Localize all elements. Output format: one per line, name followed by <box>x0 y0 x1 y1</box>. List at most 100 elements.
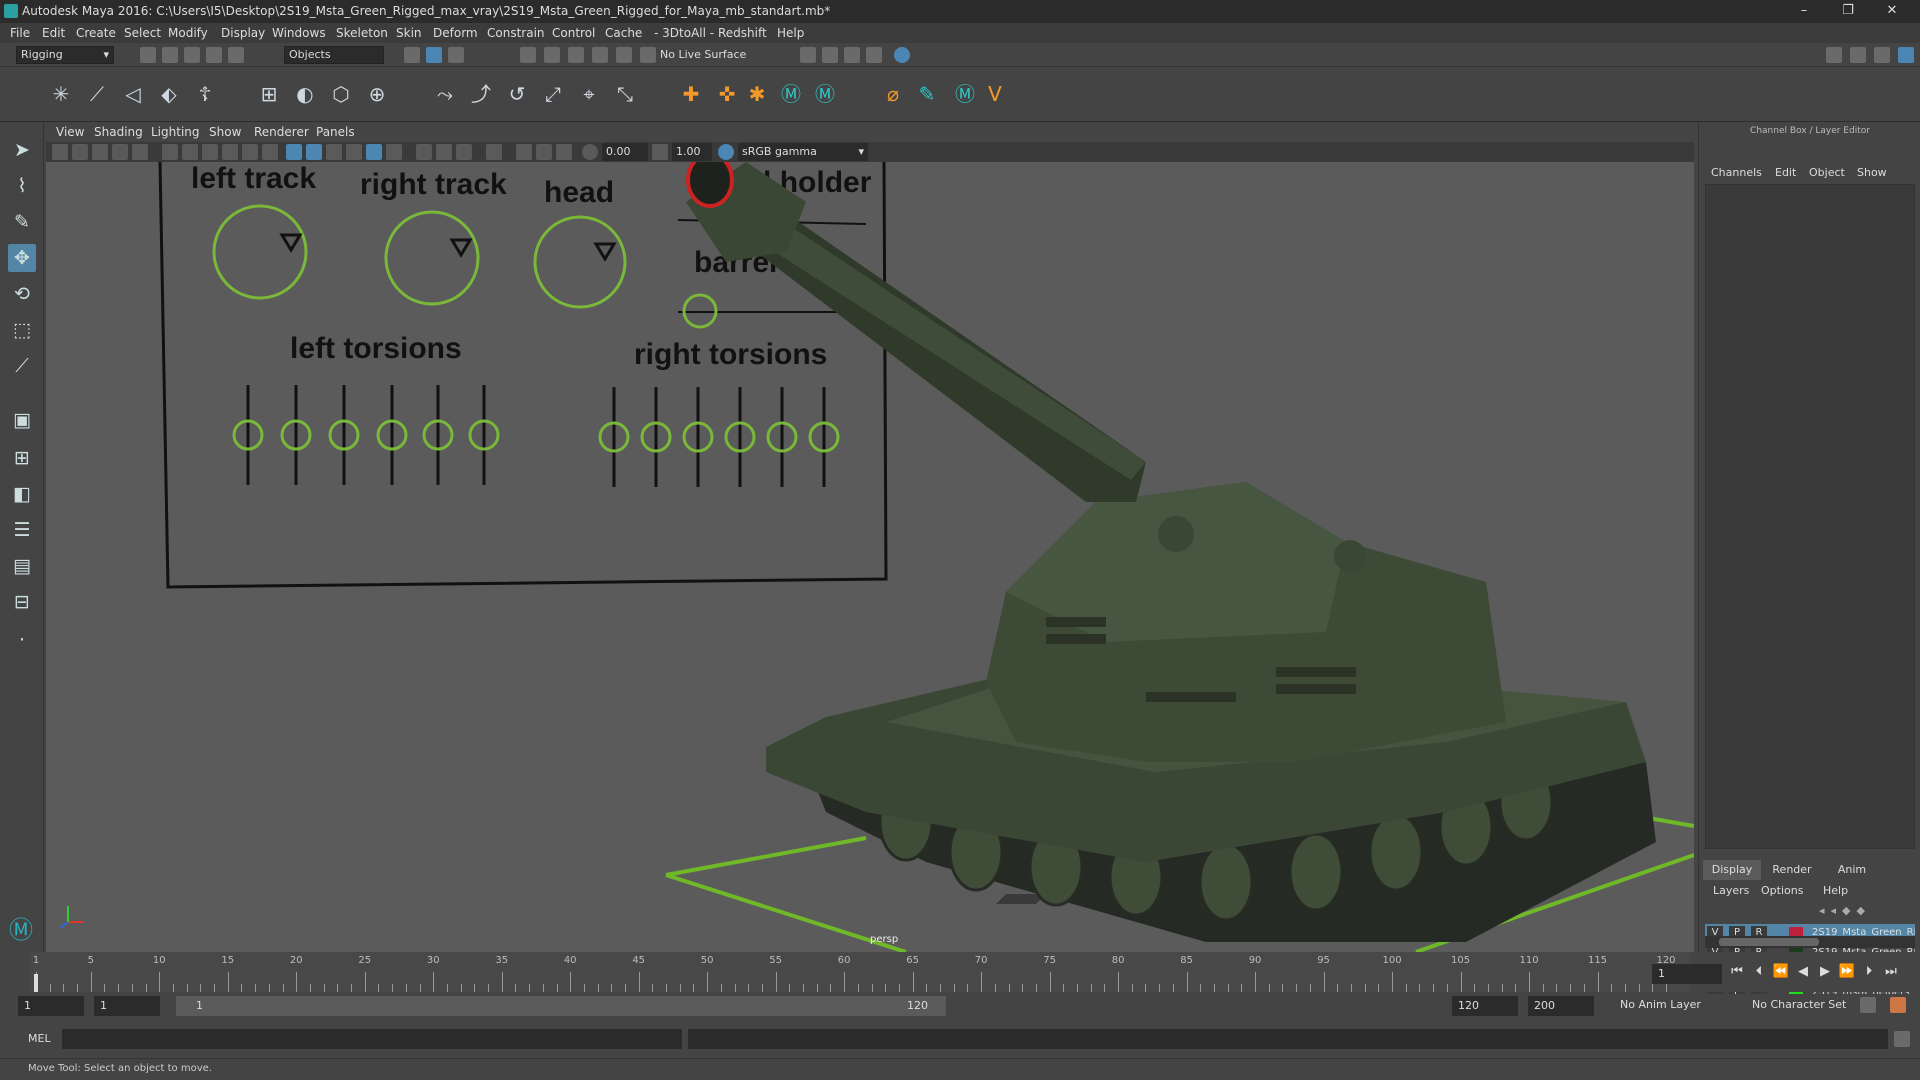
end-time-field[interactable]: 200 <box>1528 996 1594 1016</box>
cluster-handle-icon[interactable]: ✜ <box>714 81 740 107</box>
step-back-frame-icon[interactable]: ⏴ <box>1750 963 1768 981</box>
cluster-icon[interactable]: ⊕ <box>364 81 390 107</box>
script-a-icon[interactable]: Ⓜ <box>778 81 804 107</box>
ik-rig-icon[interactable]: ✱ <box>744 81 770 107</box>
move-tool-icon[interactable]: ✥ <box>8 244 36 272</box>
snap-surface-icon[interactable] <box>616 47 632 63</box>
exposure-field[interactable]: 0.00 <box>602 143 648 161</box>
orient-constraint-icon[interactable]: ↺ <box>504 81 530 107</box>
motion-blur-icon[interactable] <box>536 144 552 160</box>
lasso-tool-icon[interactable]: ⌇ <box>8 172 36 200</box>
tab-render[interactable]: Render <box>1763 860 1821 880</box>
show-menu[interactable]: Show <box>1857 166 1887 179</box>
tab-display[interactable]: Display <box>1703 860 1761 880</box>
minimize-button[interactable]: – <box>1784 2 1824 20</box>
menu-select[interactable]: Select <box>124 26 161 40</box>
layers-menu[interactable]: Layers <box>1713 884 1749 897</box>
open-scene-icon[interactable] <box>162 47 178 63</box>
isolate-select-icon[interactable] <box>486 144 502 160</box>
animation-prefs-icon[interactable] <box>1890 997 1906 1013</box>
render-frame-icon[interactable] <box>800 47 816 63</box>
menuset-dropdown[interactable]: Rigging ▾ <box>16 46 114 64</box>
film-gate-icon[interactable] <box>182 144 198 160</box>
gamma-field[interactable]: 1.00 <box>672 143 712 161</box>
xray-joints-icon[interactable] <box>436 144 452 160</box>
hypergraph-layout-icon[interactable]: ⊟ <box>8 588 36 616</box>
gamma-icon[interactable] <box>652 144 668 160</box>
brush-icon[interactable]: ✎ <box>914 81 940 107</box>
playback-end-field[interactable]: 120 <box>1452 996 1518 1016</box>
menu-skeleton[interactable]: Skeleton <box>336 26 388 40</box>
panel-menu-panels[interactable]: Panels <box>316 125 355 139</box>
xray-components-icon[interactable] <box>456 144 472 160</box>
camera-select-icon[interactable] <box>52 144 68 160</box>
menu-constrain[interactable]: Constrain <box>487 26 545 40</box>
snap-vertex-icon[interactable] <box>640 47 656 63</box>
textured-icon[interactable] <box>346 144 362 160</box>
layer-create-icons[interactable]: ◂◂◆◆ <box>1819 904 1911 918</box>
select-object-icon[interactable] <box>426 47 442 63</box>
bookmark-icon[interactable] <box>92 144 108 160</box>
playback-start-field[interactable]: 1 <box>94 996 160 1016</box>
menu-3dtoall[interactable]: - 3DtoAll - <box>654 26 714 40</box>
four-layout-icon[interactable]: ⊞ <box>8 444 36 472</box>
ssao-icon[interactable] <box>516 144 532 160</box>
viewport-persp[interactable]: left track right track head barrel holde… <box>46 162 1694 952</box>
menu-redshift[interactable]: Redshift <box>718 26 767 40</box>
side-layout-icon[interactable]: ◧ <box>8 480 36 508</box>
layer-scrollbar[interactable] <box>1705 936 1915 948</box>
safe-action-icon[interactable] <box>262 144 278 160</box>
last-tool-icon[interactable]: ⟋ <box>8 352 36 380</box>
2d-pan-icon[interactable] <box>132 144 148 160</box>
rotate-tool-icon[interactable]: ⟲ <box>8 280 36 308</box>
step-forward-frame-icon[interactable]: ⏵ <box>1860 963 1878 981</box>
menu-windows[interactable]: Windows <box>272 26 326 40</box>
scale-tool-icon[interactable]: ⬚ <box>8 316 36 344</box>
hypershade-icon[interactable] <box>866 47 882 63</box>
undo-icon[interactable] <box>206 47 222 63</box>
view-transform-dropdown[interactable]: sRGB gamma ▾ <box>738 143 868 161</box>
panel-menu-renderer[interactable]: Renderer <box>254 125 309 139</box>
object-menu[interactable]: Object <box>1809 166 1845 179</box>
channel-box-icon[interactable] <box>1898 47 1914 63</box>
viewport-scene[interactable]: left track right track head barrel holde… <box>46 162 1694 952</box>
ik-handle-icon[interactable]: ⟋ <box>84 81 110 107</box>
locator-icon[interactable]: ✚ <box>678 81 704 107</box>
lattice-icon[interactable]: ⬡ <box>328 81 354 107</box>
live-surface-label[interactable]: No Live Surface <box>660 48 746 61</box>
options-menu[interactable]: Options <box>1761 884 1803 897</box>
gate-mask-icon[interactable] <box>222 144 238 160</box>
menu-cache[interactable]: Cache <box>605 26 642 40</box>
toolbox-more-icon[interactable]: · <box>8 626 36 654</box>
panel-menu-view[interactable]: View <box>56 125 84 139</box>
close-button[interactable]: ✕ <box>1872 2 1912 20</box>
camera-attrs-icon[interactable] <box>72 144 88 160</box>
snap-curve-icon[interactable] <box>544 47 560 63</box>
tab-anim[interactable]: Anim <box>1823 860 1881 880</box>
time-ruler[interactable]: 1 5 10 15 20 25 30 35 40 45 50 55 60 65 70 75 80 85 90 95 10… <box>30 952 1690 992</box>
play-backwards-icon[interactable]: ◀ <box>1794 963 1812 981</box>
image-plane-icon[interactable] <box>112 144 128 160</box>
menu-skin[interactable]: Skin <box>396 26 422 40</box>
snap-grid-icon[interactable] <box>520 47 536 63</box>
paint-weights-icon[interactable]: ◐ <box>292 81 318 107</box>
use-default-material-icon[interactable] <box>326 144 342 160</box>
new-scene-icon[interactable] <box>140 47 156 63</box>
selection-mode-dropdown[interactable]: Objects <box>284 46 384 64</box>
panel-menu-lighting[interactable]: Lighting <box>151 125 200 139</box>
exposure-icon[interactable] <box>582 144 598 160</box>
select-tool-icon[interactable]: ➤ <box>8 136 36 164</box>
channel-list[interactable] <box>1705 184 1915 849</box>
select-hierarchy-icon[interactable] <box>404 47 420 63</box>
panel-menu-shading[interactable]: Shading <box>94 125 143 139</box>
joint-tool-icon[interactable]: ✳ <box>48 81 74 107</box>
anim-layer-dropdown[interactable]: No Anim Layer <box>1620 998 1701 1011</box>
redo-icon[interactable] <box>228 47 244 63</box>
menu-control[interactable]: Control <box>552 26 595 40</box>
current-frame-field[interactable]: 1 <box>1652 964 1722 984</box>
paint-skin-icon[interactable]: ⌀ <box>880 81 906 107</box>
menu-create[interactable]: Create <box>76 26 116 40</box>
ik-spline-icon[interactable]: ◁ <box>120 81 146 107</box>
maximize-button[interactable]: ❐ <box>1828 2 1868 20</box>
lighting-icon[interactable] <box>366 144 382 160</box>
